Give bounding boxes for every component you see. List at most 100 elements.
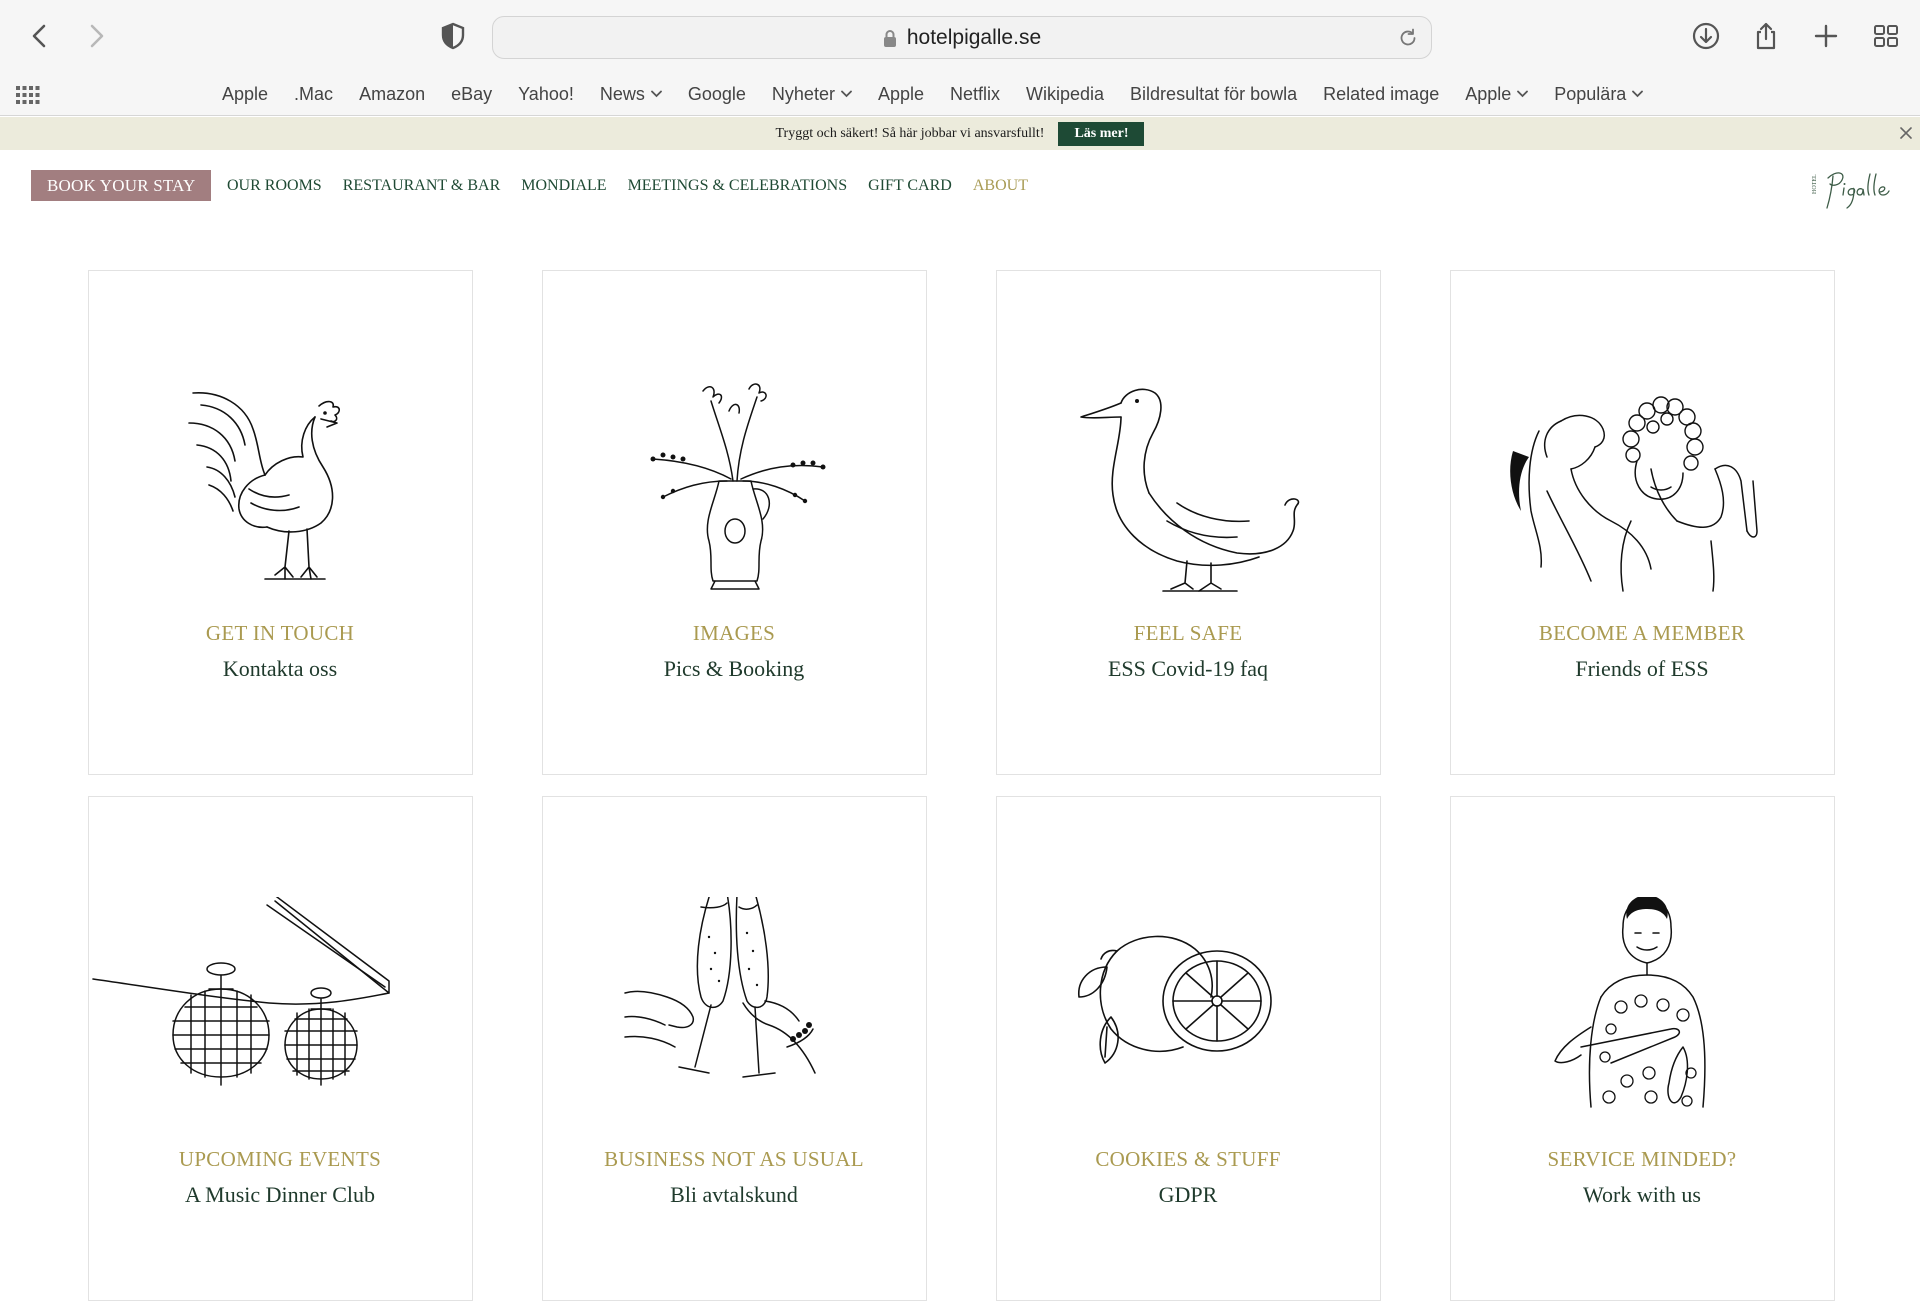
nav-link[interactable]: MEETINGS & CELEBRATIONS (628, 177, 848, 195)
favorite-item[interactable]: Wikipedia (1026, 84, 1104, 105)
favorites-grid-icon[interactable] (16, 84, 40, 106)
card-title: SERVICE MINDED? (1547, 1147, 1737, 1171)
nav-link[interactable]: GIFT CARD (868, 177, 952, 195)
card-become-a-member[interactable]: BECOME A MEMBER Friends of ESS (1450, 270, 1835, 775)
nav-link[interactable]: MONDIALE (521, 177, 606, 195)
tab-overview-button[interactable] (1864, 16, 1908, 56)
lanterns-icon (92, 897, 390, 1086)
favorite-item[interactable]: Populära (1554, 83, 1644, 105)
card-get-in-touch[interactable]: GET IN TOUCH Kontakta oss (88, 270, 473, 775)
favorite-label: Apple (1465, 83, 1512, 104)
favorite-item[interactable]: Netflix (950, 84, 1000, 105)
close-icon[interactable] (1896, 123, 1916, 143)
chevron-right-icon (90, 24, 104, 48)
lemon-icon (1078, 935, 1272, 1064)
card-subtitle: Work with us (1582, 1182, 1701, 1207)
card-upcoming-events[interactable]: UPCOMING EVENTS A Music Dinner Club (88, 796, 473, 1301)
card-title: FEEL SAFE (1133, 621, 1243, 645)
favorite-label: Wikipedia (1026, 83, 1105, 104)
card-subtitle: GDPR (1158, 1182, 1218, 1207)
card-subtitle: ESS Covid-19 faq (1107, 656, 1269, 681)
favorite-label: Apple (222, 83, 269, 104)
favorite-label: Populära (1554, 83, 1627, 104)
card-subtitle: A Music Dinner Club (184, 1182, 376, 1207)
shield-icon (441, 22, 465, 50)
card-subtitle: Bli avtalskund (670, 1182, 798, 1207)
new-tab-button[interactable] (1804, 16, 1848, 56)
card-cookies-and-stuff[interactable]: COOKIES & STUFF GDPR (996, 796, 1381, 1301)
favorites-bar: Apple .Mac Amazon eBay Yahoo! News Google Nyhet… (0, 72, 1920, 116)
flower-vase-icon (650, 383, 826, 590)
chevron-left-icon (32, 24, 46, 48)
card-subtitle: Kontakta oss (222, 656, 338, 681)
card-service-minded[interactable]: SERVICE MINDED? Work with us (1450, 796, 1835, 1301)
favorite-item[interactable]: Apple (1465, 83, 1529, 105)
favorite-item[interactable]: Apple (222, 84, 268, 105)
chevron-down-icon (1632, 90, 1644, 98)
card-title: GET IN TOUCH (205, 621, 355, 645)
card-business-not-as-usual[interactable]: BUSINESS NOT AS USUAL Bli avtalskund (542, 796, 927, 1301)
favorite-item[interactable]: News (600, 84, 662, 105)
back-button[interactable] (18, 16, 62, 56)
nav-link[interactable]: RESTAURANT & BAR (343, 177, 501, 195)
downloads-button[interactable] (1684, 16, 1728, 56)
favorite-label: Nyheter (771, 83, 835, 104)
site-nav: BOOK YOUR STAY OUR ROOMS RESTAURANT & BAR… (0, 150, 1920, 220)
banner-text: Tryggt och säkert! Så här jobbar vi ansv… (775, 125, 1045, 141)
favorite-label: Related image (1323, 83, 1440, 104)
favorite-item[interactable]: Nyheter (772, 84, 852, 105)
favorite-label: News (599, 83, 645, 104)
card-title: COOKIES & STUFF (1095, 1147, 1281, 1171)
address-text: hotelpigalle.se (906, 25, 1042, 49)
favorite-item[interactable]: Yahoo! (518, 84, 574, 105)
nav-link[interactable]: OUR ROOMS (227, 177, 322, 195)
favorite-item[interactable]: Bildresultat för bowla (1130, 84, 1297, 105)
favorites-list: Apple .Mac Amazon eBay Yahoo! News Google Nyhet… (222, 72, 1669, 116)
notice-banner: Tryggt och säkert! Så här jobbar vi ansv… (0, 117, 1920, 150)
svg-text:HOTEL: HOTEL (1812, 174, 1818, 194)
favorite-item[interactable]: Amazon (359, 84, 425, 105)
card-title: IMAGES (692, 621, 776, 645)
card-title: BUSINESS NOT AS USUAL (604, 1147, 864, 1171)
favorite-item[interactable]: Related image (1323, 84, 1439, 105)
chevron-down-icon (650, 90, 662, 98)
rooster-icon (188, 392, 341, 580)
share-button[interactable] (1744, 16, 1788, 56)
favorite-item[interactable]: eBay (451, 84, 492, 105)
book-your-stay-button[interactable]: BOOK YOUR STAY (31, 170, 212, 201)
reload-icon[interactable] (1397, 27, 1419, 49)
card-title: BECOME A MEMBER (1538, 621, 1746, 645)
favorite-label: Amazon (359, 83, 426, 104)
hotel-pigalle-logo[interactable]: HOTEL (1806, 164, 1892, 212)
favorite-label: .Mac (294, 83, 334, 104)
favorite-label: Bildresultat för bowla (1130, 83, 1298, 104)
card-subtitle: Friends of ESS (1575, 656, 1709, 681)
duck-icon (1080, 388, 1300, 592)
read-more-button[interactable]: Läs mer! (1058, 121, 1145, 146)
favorite-label: eBay (451, 83, 493, 104)
address-bar[interactable]: hotelpigalle.se (492, 16, 1432, 59)
download-icon (1692, 22, 1720, 50)
chevron-down-icon (841, 90, 852, 98)
favorite-item[interactable]: Google (688, 84, 746, 105)
tab-grid-icon (1874, 25, 1898, 47)
favorite-item[interactable]: .Mac (294, 84, 333, 105)
privacy-report-button[interactable] (431, 16, 475, 56)
card-title: UPCOMING EVENTS (178, 1147, 382, 1171)
favorite-item[interactable]: Apple (878, 84, 924, 105)
friends-icon (1510, 396, 1758, 592)
share-icon (1756, 22, 1776, 50)
favorite-label: Yahoo! (518, 83, 574, 104)
favorite-label: Google (687, 83, 746, 104)
forward-button[interactable] (74, 16, 118, 56)
champagne-toast-icon (624, 897, 816, 1078)
card-subtitle: Pics & Booking (663, 656, 805, 681)
nav-link[interactable]: ABOUT (973, 177, 1028, 195)
chevron-down-icon (1517, 90, 1529, 98)
card-feel-safe[interactable]: FEEL SAFE ESS Covid-19 faq (996, 270, 1381, 775)
favorite-label: Netflix (950, 83, 1001, 104)
card-images[interactable]: IMAGES Pics & Booking (542, 270, 927, 775)
plus-icon (1814, 24, 1838, 48)
lock-icon (883, 29, 896, 47)
waitress-icon (1554, 897, 1706, 1108)
